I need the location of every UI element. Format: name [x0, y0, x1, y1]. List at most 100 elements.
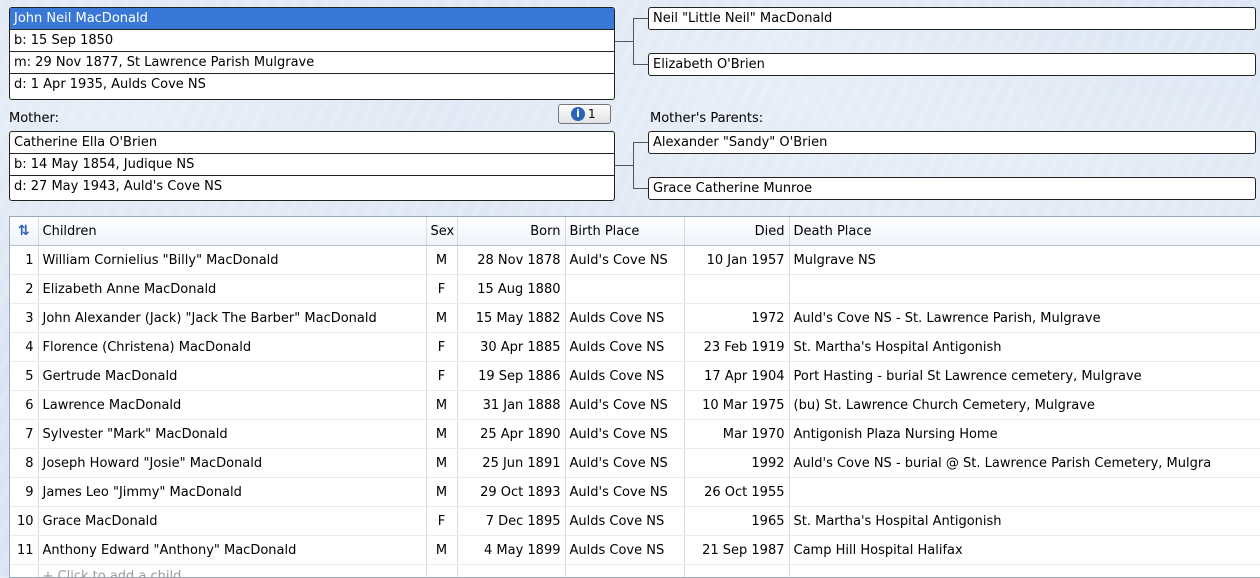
row-number: 3	[10, 304, 38, 333]
row-number: 11	[10, 536, 38, 565]
child-name[interactable]: Elizabeth Anne MacDonald	[38, 275, 426, 304]
mother-birth: b: 14 May 1854, Judique NS	[10, 153, 614, 175]
child-birth-place: Aulds Cove NS	[565, 507, 684, 536]
table-row[interactable]: 6Lawrence MacDonaldM31 Jan 1888Auld's Co…	[10, 391, 1260, 420]
maternal-grandfather-name[interactable]: Alexander "Sandy" O'Brien	[649, 132, 1255, 153]
children-table: ⇅ Children Sex Born Birth Place Died Dea…	[10, 217, 1260, 578]
child-sex: M	[426, 391, 457, 420]
column-header-death-place[interactable]: Death Place	[789, 217, 1260, 246]
child-died: 1965	[684, 507, 789, 536]
child-name[interactable]: Lawrence MacDonald	[38, 391, 426, 420]
child-name[interactable]: Gertrude MacDonald	[38, 362, 426, 391]
child-born: 28 Nov 1878	[457, 246, 565, 275]
column-header-sex[interactable]: Sex	[426, 217, 457, 246]
person-name[interactable]: John Neil MacDonald	[10, 8, 614, 29]
child-name[interactable]: Joseph Howard "Josie" MacDonald	[38, 449, 426, 478]
child-name[interactable]: James Leo "Jimmy" MacDonald	[38, 478, 426, 507]
child-name[interactable]: John Alexander (Jack) "Jack The Barber" …	[38, 304, 426, 333]
child-sex: M	[426, 246, 457, 275]
row-number: 7	[10, 420, 38, 449]
column-header-born[interactable]: Born	[457, 217, 565, 246]
child-born: 25 Apr 1890	[457, 420, 565, 449]
child-death-place	[789, 478, 1260, 507]
child-born: 30 Apr 1885	[457, 333, 565, 362]
child-died: 21 Sep 1987	[684, 536, 789, 565]
father-mother-card[interactable]: Elizabeth O'Brien	[648, 53, 1256, 76]
child-sex: M	[426, 449, 457, 478]
person-card[interactable]: John Neil MacDonald b: 15 Sep 1850 m: 29…	[9, 7, 615, 100]
child-born: 25 Jun 1891	[457, 449, 565, 478]
child-name[interactable]: Sylvester "Mark" MacDonald	[38, 420, 426, 449]
child-sex: M	[426, 420, 457, 449]
row-number: 8	[10, 449, 38, 478]
child-sex: M	[426, 304, 457, 333]
child-born: 19 Sep 1886	[457, 362, 565, 391]
table-row[interactable]: 7Sylvester "Mark" MacDonaldM25 Apr 1890 A…	[10, 420, 1260, 449]
table-row[interactable]: 2Elizabeth Anne MacDonaldF15 Aug 1880	[10, 275, 1260, 304]
child-died: 1972	[684, 304, 789, 333]
person-death: d: 1 Apr 1935, Aulds Cove NS	[10, 73, 614, 95]
table-row[interactable]: 4Florence (Christena) MacDonaldF30 Apr 1…	[10, 333, 1260, 362]
info-count: 1	[588, 107, 596, 121]
child-born: 7 Dec 1895	[457, 507, 565, 536]
info-icon: i	[571, 107, 585, 121]
child-died: 17 Apr 1904	[684, 362, 789, 391]
child-death-place: Antigonish Plaza Nursing Home	[789, 420, 1260, 449]
paternal-grandmother-name[interactable]: Elizabeth O'Brien	[649, 54, 1255, 75]
child-died: 10 Jan 1957	[684, 246, 789, 275]
table-header-row: ⇅ Children Sex Born Birth Place Died Dea…	[10, 217, 1260, 246]
child-birth-place: Aulds Cove NS	[565, 333, 684, 362]
row-number: 5	[10, 362, 38, 391]
table-row[interactable]: 5Gertrude MacDonaldF19 Sep 1886Aulds Cov…	[10, 362, 1260, 391]
child-sex: F	[426, 333, 457, 362]
child-sex: F	[426, 275, 457, 304]
mother-card[interactable]: Catherine Ella O'Brien b: 14 May 1854, J…	[9, 131, 615, 201]
info-badge[interactable]: i1	[558, 104, 611, 124]
child-birth-place: Aulds Cove NS	[565, 304, 684, 333]
mother-father-card[interactable]: Alexander "Sandy" O'Brien	[648, 131, 1256, 154]
row-number: 10	[10, 507, 38, 536]
children-grid[interactable]: ⇅ Children Sex Born Birth Place Died Dea…	[9, 216, 1260, 578]
maternal-grandmother-name[interactable]: Grace Catherine Munroe	[649, 178, 1255, 199]
child-name[interactable]: Florence (Christena) MacDonald	[38, 333, 426, 362]
sort-arrows-icon[interactable]: ⇅	[10, 217, 38, 246]
child-died: 26 Oct 1955	[684, 478, 789, 507]
child-death-place: Auld's Cove NS - St. Lawrence Parish, Mu…	[789, 304, 1260, 333]
person-marriage: m: 29 Nov 1877, St Lawrence Parish Mulgr…	[10, 51, 614, 73]
mother-mother-card[interactable]: Grace Catherine Munroe	[648, 177, 1256, 200]
paternal-grandfather-name[interactable]: Neil "Little Neil" MacDonald	[649, 8, 1255, 29]
table-row[interactable]: 9James Leo "Jimmy" MacDonaldM29 Oct 1893…	[10, 478, 1260, 507]
child-sex: M	[426, 536, 457, 565]
child-death-place: St. Martha's Hospital Antigonish	[789, 333, 1260, 362]
table-row[interactable]: 11Anthony Edward "Anthony" MacDonaldM4 M…	[10, 536, 1260, 565]
child-birth-place: Auld's Cove NS	[565, 449, 684, 478]
child-sex: F	[426, 362, 457, 391]
table-row[interactable]: 1William Cornielius "Billy" MacDonaldM28…	[10, 246, 1260, 275]
child-born: 31 Jan 1888	[457, 391, 565, 420]
mother-name[interactable]: Catherine Ella O'Brien	[10, 132, 614, 153]
child-death-place: St. Martha's Hospital Antigonish	[789, 507, 1260, 536]
column-header-birth-place[interactable]: Birth Place	[565, 217, 684, 246]
mother-death: d: 27 May 1943, Auld's Cove NS	[10, 175, 614, 197]
column-header-died[interactable]: Died	[684, 217, 789, 246]
table-row[interactable]: 10Grace MacDonaldF7 Dec 1895Aulds Cove N…	[10, 507, 1260, 536]
person-birth: b: 15 Sep 1850	[10, 29, 614, 51]
child-born: 15 May 1882	[457, 304, 565, 333]
child-died: 1992	[684, 449, 789, 478]
child-name[interactable]: Anthony Edward "Anthony" MacDonald	[38, 536, 426, 565]
child-death-place: Mulgrave NS	[789, 246, 1260, 275]
row-number: 2	[10, 275, 38, 304]
child-sex: M	[426, 478, 457, 507]
child-born: 29 Oct 1893	[457, 478, 565, 507]
child-birth-place: Aulds Cove NS	[565, 362, 684, 391]
child-name[interactable]: Grace MacDonald	[38, 507, 426, 536]
child-name[interactable]: William Cornielius "Billy" MacDonald	[38, 246, 426, 275]
table-row[interactable]: 3John Alexander (Jack) "Jack The Barber"…	[10, 304, 1260, 333]
child-born: 4 May 1899	[457, 536, 565, 565]
father-father-card[interactable]: Neil "Little Neil" MacDonald	[648, 7, 1256, 30]
child-birth-place: Aulds Cove NS	[565, 536, 684, 565]
child-birth-place: Auld's Cove NS	[565, 391, 684, 420]
column-header-children[interactable]: Children	[38, 217, 426, 246]
child-sex: F	[426, 507, 457, 536]
table-row[interactable]: 8Joseph Howard "Josie" MacDonaldM25 Jun …	[10, 449, 1260, 478]
